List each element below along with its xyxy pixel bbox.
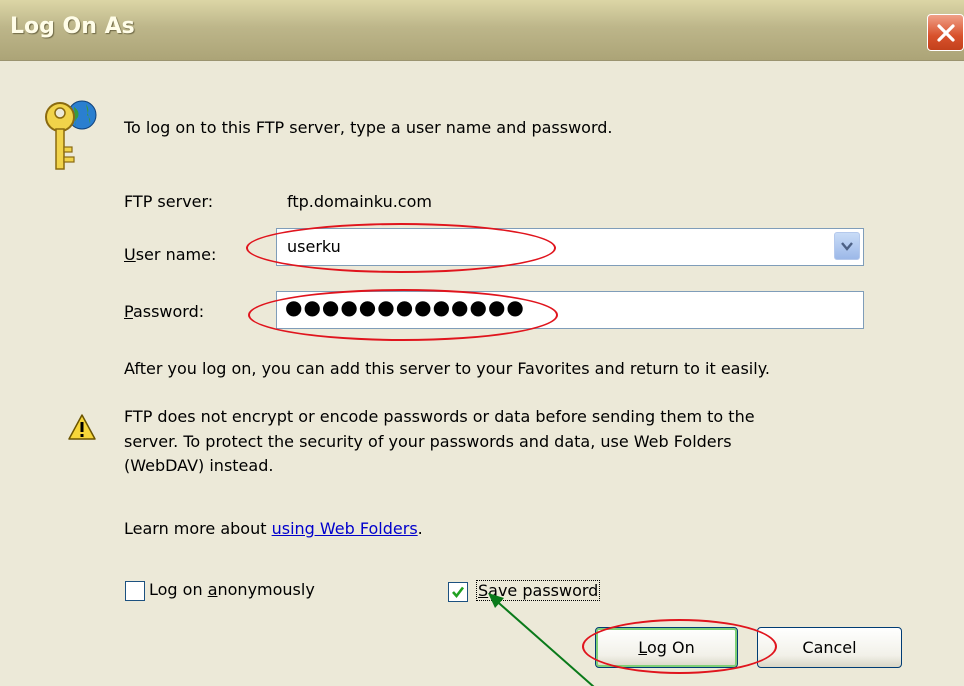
learn-more-text: Learn more about using Web Folders.	[124, 519, 423, 538]
logon-dialog: Log On As To log on to this FTP server, …	[0, 0, 964, 686]
chevron-down-icon	[841, 242, 853, 251]
save-password-checkbox[interactable]	[448, 582, 468, 602]
warning-icon	[68, 414, 96, 440]
password-label: Password:	[124, 302, 204, 321]
checkmark-icon	[452, 586, 465, 599]
close-icon	[937, 24, 955, 42]
anonymous-label-post: nonymously	[217, 580, 315, 599]
close-button[interactable]	[927, 14, 964, 51]
web-folders-link[interactable]: using Web Folders	[272, 519, 418, 538]
dialog-body: To log on to this FTP server, type a use…	[10, 61, 964, 686]
password-accel: P	[124, 302, 133, 321]
favorites-note: After you log on, you can add this serve…	[124, 359, 770, 378]
username-accel: U	[124, 245, 136, 264]
anonymous-label[interactable]: Log on anonymously	[149, 580, 315, 599]
password-highlight-ellipse	[248, 289, 558, 341]
anonymous-checkbox[interactable]	[125, 581, 145, 601]
anonymous-label-pre: Log on	[149, 580, 208, 599]
cancel-button[interactable]: Cancel	[757, 627, 902, 668]
intro-text: To log on to this FTP server, type a use…	[124, 118, 613, 137]
learn-more-prefix: Learn more about	[124, 519, 272, 538]
username-dropdown-button[interactable]	[834, 232, 860, 260]
key-globe-icon	[45, 100, 97, 170]
anonymous-accel: a	[207, 580, 218, 599]
username-label: User name:	[124, 245, 216, 264]
window-title: Log On As	[10, 14, 135, 39]
learn-more-suffix: .	[417, 519, 423, 538]
warning-line-3: (WebDAV) instead.	[124, 456, 274, 475]
ftp-server-label: FTP server:	[124, 192, 214, 211]
ftp-server-value: ftp.domainku.com	[287, 192, 432, 211]
logon-highlight-ellipse	[582, 619, 777, 674]
username-highlight-ellipse	[246, 223, 556, 273]
warning-line-2: server. To protect the security of your …	[124, 432, 732, 451]
username-label-rest: ser name:	[135, 245, 217, 264]
password-label-rest: assword:	[132, 302, 205, 321]
annotation-arrow	[488, 593, 595, 686]
title-bar[interactable]: Log On As	[0, 0, 964, 61]
warning-line-1: FTP does not encrypt or encode passwords…	[124, 407, 755, 426]
